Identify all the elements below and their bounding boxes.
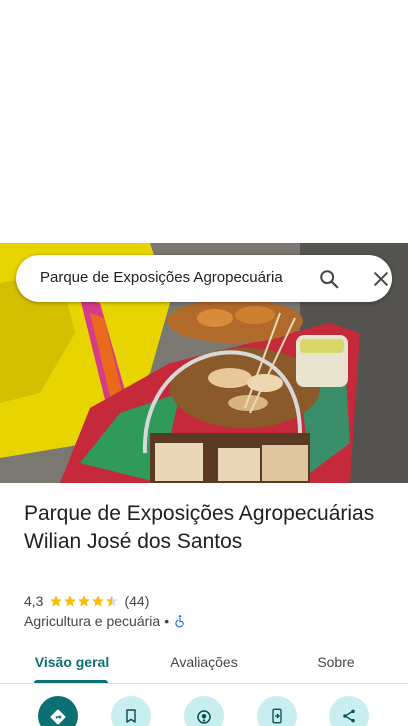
search-button[interactable] [314, 265, 344, 293]
rating-value: 4,3 [24, 593, 44, 609]
action-buttons [0, 696, 408, 726]
star-rating [49, 594, 119, 608]
send-to-phone-button[interactable] [257, 696, 297, 726]
nearby-button[interactable] [184, 696, 224, 726]
star-filled-icon [92, 595, 105, 607]
star-filled-icon [64, 595, 77, 607]
share-icon [343, 709, 355, 723]
place-title: Parque de Exposições Agropecuárias Wilia… [24, 502, 375, 553]
blank-top-area [0, 0, 408, 243]
save-button[interactable] [111, 696, 151, 726]
send-to-phone-icon [272, 708, 282, 724]
tab-about[interactable]: Sobre [296, 640, 376, 683]
bookmark-icon [126, 709, 136, 723]
directions-button[interactable] [38, 696, 78, 726]
search-icon [320, 270, 339, 289]
active-tab-indicator [34, 680, 108, 683]
star-filled-icon [50, 595, 63, 607]
place-category: Agricultura e pecuária [24, 613, 161, 629]
close-icon [374, 272, 388, 286]
tab-reviews[interactable]: Avaliações [154, 640, 254, 683]
search-input[interactable]: Parque de Exposições Agropecuária [40, 268, 288, 288]
close-button[interactable] [366, 265, 396, 293]
search-bar[interactable]: Parque de Exposições Agropecuária [16, 255, 392, 302]
separator-dot: • [164, 613, 170, 629]
share-button[interactable] [329, 696, 369, 726]
reviews-count: (44) [124, 593, 150, 609]
tab-bar: Visão geral Avaliações Sobre [0, 640, 408, 684]
category-row: Agricultura e pecuária • [24, 612, 187, 630]
nearby-icon [197, 710, 211, 724]
wheelchair-icon [175, 615, 185, 628]
directions-icon [50, 709, 66, 725]
rating-row[interactable]: 4,3 (44) [24, 592, 149, 610]
star-filled-icon [78, 595, 91, 607]
tab-overview[interactable]: Visão geral [24, 640, 120, 683]
star-partial-icon [106, 595, 119, 607]
